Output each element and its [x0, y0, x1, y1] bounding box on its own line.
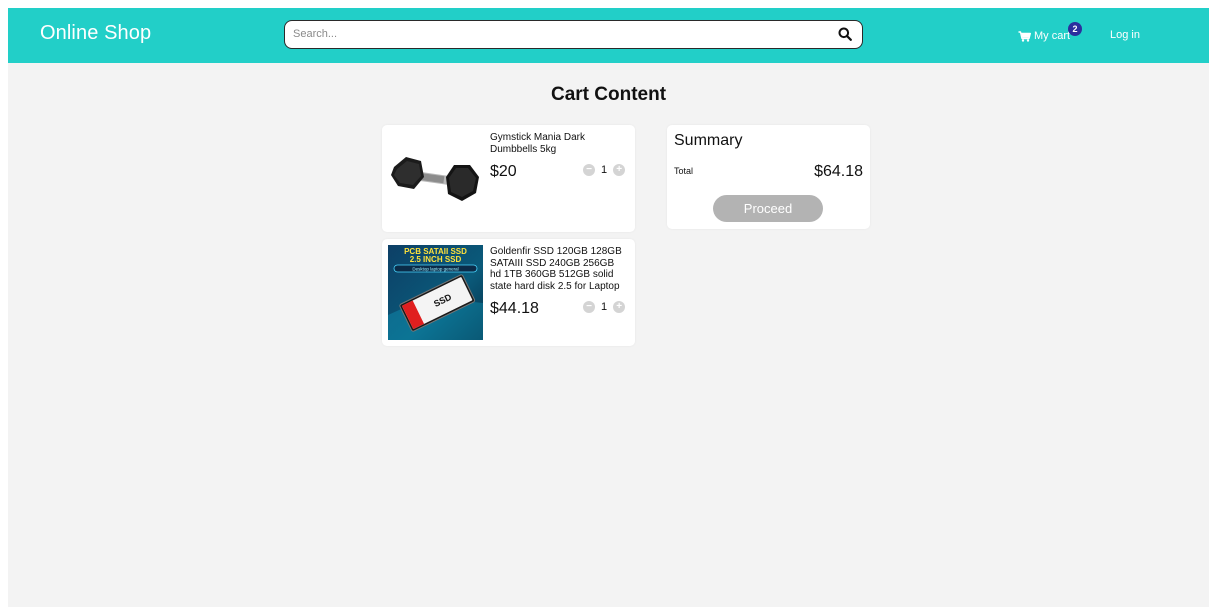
cart-count-badge: 2	[1068, 22, 1082, 36]
ssd-image: PCB SATAII SSD 2.5 INCH SSD Desktop lapt…	[388, 245, 483, 340]
total-value: $64.18	[814, 163, 863, 180]
summary-title: Summary	[674, 132, 743, 149]
increase-quantity-button[interactable]: +	[613, 164, 626, 176]
search-input[interactable]	[293, 21, 823, 47]
ssd-image-tag: Desktop laptop general	[412, 267, 458, 272]
decrease-quantity-button[interactable]: −	[583, 301, 595, 313]
quantity-value: 1	[601, 301, 608, 313]
minus-icon: −	[586, 164, 592, 175]
plus-icon: +	[616, 164, 623, 175]
cart-item-card: Gymstick Mania Dark Dumbbells 5kg $20 − …	[382, 125, 635, 232]
page: Online Shop My cart 2 Log in Cart Conten…	[8, 8, 1209, 607]
search-bar	[284, 20, 863, 49]
quantity-value: 1	[601, 164, 608, 176]
search-icon[interactable]	[838, 27, 852, 41]
increase-quantity-button[interactable]: +	[613, 301, 626, 313]
top-navbar: Online Shop My cart 2 Log in	[8, 8, 1209, 63]
decrease-quantity-button[interactable]: −	[583, 164, 595, 176]
cart-item-name[interactable]: Gymstick Mania Dark Dumbbells 5kg	[490, 132, 628, 155]
plus-icon: +	[616, 301, 623, 312]
dumbbell-image	[388, 131, 483, 226]
shopping-cart-icon	[1018, 30, 1031, 42]
cart-item-card: PCB SATAII SSD 2.5 INCH SSD Desktop lapt…	[382, 239, 635, 346]
page-title: Cart Content	[550, 84, 667, 105]
my-cart-link[interactable]: My cart	[1018, 28, 1070, 44]
my-cart-label: My cart	[1034, 30, 1071, 42]
quantity-stepper: − 1 +	[583, 301, 626, 313]
quantity-stepper: − 1 +	[583, 164, 626, 176]
cart-item-price: $44.18	[490, 300, 539, 317]
total-label: Total	[674, 166, 694, 176]
login-link[interactable]: Log in	[1110, 29, 1140, 41]
proceed-button[interactable]: Proceed	[713, 195, 823, 222]
ssd-image-line2: 2.5 INCH SSD	[410, 255, 462, 264]
summary-card: Summary Total $64.18 Proceed	[667, 125, 870, 229]
cart-item-price: $20	[490, 163, 517, 180]
brand-logo[interactable]: Online Shop	[40, 22, 151, 45]
cart-item-name[interactable]: Goldenfir SSD 120GB 128GB SATAIII SSD 24…	[490, 246, 628, 292]
minus-icon: −	[586, 301, 592, 312]
